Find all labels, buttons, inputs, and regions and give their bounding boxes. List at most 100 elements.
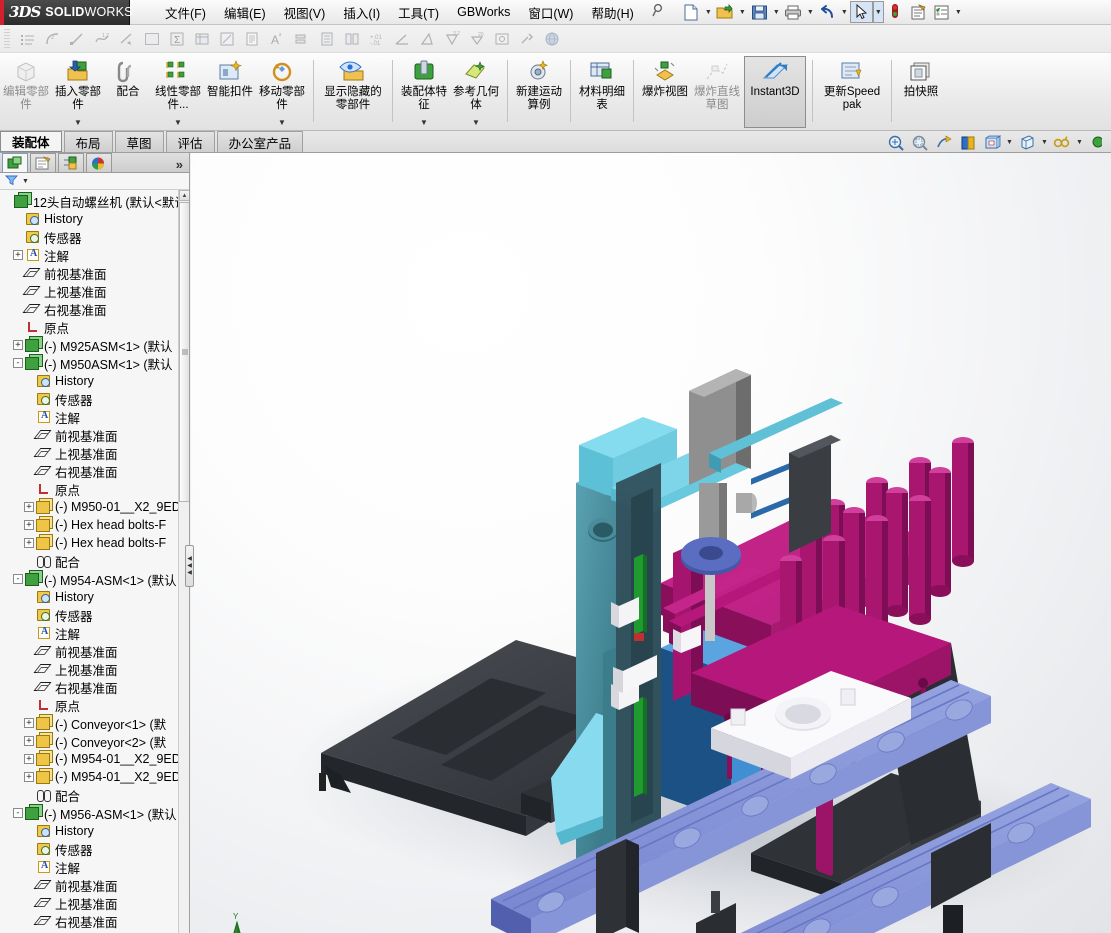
chevron-down-icon[interactable]: ▼ (174, 118, 182, 127)
pin-icon[interactable] (651, 3, 666, 21)
tree-collapse-toggle[interactable]: - (13, 808, 23, 818)
ribbon-exploded-view[interactable]: 爆炸视图 (640, 56, 690, 128)
ribbon-move-component[interactable]: 移动零部件 ▼ (257, 56, 307, 128)
tree-collapse-toggle[interactable]: - (13, 358, 23, 368)
view-orientation-icon[interactable] (980, 132, 1004, 152)
ribbon-instant3d[interactable]: Instant3D (744, 56, 806, 128)
feature-manager-tab[interactable] (2, 153, 28, 172)
property-manager-tab[interactable] (30, 153, 56, 172)
ribbon-smart-fasteners[interactable]: 智能扣件 (205, 56, 255, 128)
ribbon-edit-component[interactable]: 编辑零部件 (1, 56, 51, 128)
tree-item-front-plane[interactable]: 前视基准面 (0, 426, 189, 444)
hide-show-items-icon[interactable] (1050, 132, 1074, 152)
ribbon-assembly-features[interactable]: 装配体特征 ▼ (399, 56, 449, 128)
tree-item-hex-head-bolts-2[interactable]: + (-) Hex head bolts-F (0, 534, 189, 552)
tree-item-annotations[interactable]: + 注解 (0, 246, 189, 264)
menu-help[interactable]: 帮助(H) (582, 0, 642, 25)
select-pointer-icon[interactable] (849, 1, 873, 23)
select-dropdown[interactable]: ▼ (872, 1, 884, 23)
tree-expand-toggle[interactable]: + (24, 718, 34, 728)
undo-dropdown[interactable]: ▼ (839, 1, 850, 23)
panel-splitter-handle[interactable]: ◀ ◀ ◀ (185, 545, 194, 587)
menu-gbworks[interactable]: GBWorks (448, 2, 519, 22)
save-icon[interactable] (748, 1, 771, 23)
configuration-manager-tab[interactable] (58, 153, 84, 172)
ribbon-update-speedpak[interactable]: 更新Speedpak (819, 56, 885, 128)
chevron-down-icon[interactable]: ▼ (472, 118, 480, 127)
tree-item-history[interactable]: History (0, 822, 189, 840)
tree-item-m954-01-b[interactable]: + (-) M954-01__X2_9ED (0, 768, 189, 786)
ribbon-new-motion-study[interactable]: 新建运动算例 (514, 56, 564, 128)
tree-item-sensors[interactable]: 传感器 (0, 228, 189, 246)
tree-expand-toggle[interactable]: + (13, 250, 23, 260)
new-document-icon[interactable] (680, 1, 703, 23)
view-orientation-dropdown[interactable]: ▼ (1004, 132, 1015, 152)
tree-item-m954-asm[interactable]: - (-) M954-ASM<1> (默认 (0, 570, 189, 588)
chevron-down-icon[interactable]: ▼ (420, 118, 428, 127)
tree-item-m956-asm[interactable]: - (-) M956-ASM<1> (默认 (0, 804, 189, 822)
ribbon-show-hidden-components[interactable]: 显示隐藏的零部件 (320, 56, 386, 128)
filter-dropdown-icon[interactable]: ▼ (22, 178, 29, 185)
tree-expand-toggle[interactable]: + (24, 736, 34, 746)
tab-evaluate[interactable]: 评估 (165, 131, 215, 152)
tree-item-m950-01[interactable]: + (-) M950-01__X2_9ED (0, 498, 189, 516)
file-properties-icon[interactable] (907, 1, 930, 23)
options-dropdown[interactable]: ▼ (953, 1, 964, 23)
undo-icon[interactable] (816, 1, 839, 23)
tree-expand-toggle[interactable]: + (24, 502, 34, 512)
tree-item-annotations[interactable]: 注解 (0, 858, 189, 876)
chevron-down-icon[interactable]: ▼ (74, 118, 82, 127)
tree-item-top-plane[interactable]: 上视基准面 (0, 894, 189, 912)
tree-expand-toggle[interactable]: + (24, 538, 34, 548)
tree-item-right-plane[interactable]: 右视基准面 (0, 678, 189, 696)
graphics-viewport[interactable]: Y (191, 153, 1111, 933)
tree-item-m954-01-a[interactable]: + (-) M954-01__X2_9ED (0, 750, 189, 768)
tree-item-right-plane[interactable]: 右视基准面 (0, 912, 189, 930)
open-document-dropdown[interactable]: ▼ (737, 1, 748, 23)
tab-office-products[interactable]: 办公室产品 (216, 131, 304, 152)
tab-sketch[interactable]: 草图 (114, 131, 164, 152)
rebuild-icon[interactable] (884, 1, 907, 23)
menu-file[interactable]: 文件(F) (156, 0, 215, 25)
tree-item-origin[interactable]: 原点 (0, 696, 189, 714)
toolbar-grip[interactable] (4, 28, 10, 49)
new-document-dropdown[interactable]: ▼ (703, 1, 714, 23)
tree-root-assembly[interactable]: 12头自动螺丝机 (默认<默认 (0, 192, 189, 210)
tree-item-front-plane[interactable]: 前视基准面 (0, 264, 189, 282)
tree-item-top-plane[interactable]: 上视基准面 (0, 444, 189, 462)
tree-collapse-toggle[interactable]: - (13, 574, 23, 584)
tree-item-sensors[interactable]: 传感器 (0, 840, 189, 858)
hide-show-items-dropdown[interactable]: ▼ (1074, 132, 1085, 152)
ribbon-linear-pattern[interactable]: 线性零部件... ▼ (153, 56, 203, 128)
options-icon[interactable] (930, 1, 953, 23)
display-style-icon[interactable] (1015, 132, 1039, 152)
scroll-up-button[interactable]: ▲ (179, 190, 189, 201)
tree-expand-toggle[interactable]: + (24, 754, 34, 764)
scrollbar-thumb[interactable] (179, 202, 189, 502)
display-manager-tab[interactable] (86, 153, 112, 172)
tree-item-history[interactable]: History (0, 210, 189, 228)
ribbon-mate[interactable]: 配合 (105, 56, 151, 128)
save-dropdown[interactable]: ▼ (771, 1, 782, 23)
tree-item-annotations[interactable]: 注解 (0, 624, 189, 642)
tab-layout[interactable]: 布局 (63, 131, 113, 152)
menu-insert[interactable]: 插入(I) (334, 0, 389, 25)
tree-item-top-plane[interactable]: 上视基准面 (0, 282, 189, 300)
tree-item-mates[interactable]: 配合 (0, 552, 189, 570)
tree-item-top-plane[interactable]: 上视基准面 (0, 660, 189, 678)
tree-expand-toggle[interactable]: + (24, 520, 34, 530)
tree-expand-toggle[interactable]: + (24, 772, 34, 782)
tree-item-right-plane[interactable]: 右视基准面 (0, 300, 189, 318)
zoom-to-fit-icon[interactable] (884, 132, 908, 152)
zoom-to-area-icon[interactable] (908, 132, 932, 152)
tree-item-sensors[interactable]: 传感器 (0, 606, 189, 624)
tree-item-history[interactable]: History (0, 588, 189, 606)
expand-panel-tabs-button[interactable]: » (176, 157, 189, 172)
menu-window[interactable]: 窗口(W) (519, 0, 582, 25)
display-style-dropdown[interactable]: ▼ (1039, 132, 1050, 152)
section-view-icon[interactable] (956, 132, 980, 152)
tree-item-m925asm[interactable]: + (-) M925ASM<1> (默认 (0, 336, 189, 354)
tree-item-mates[interactable]: 配合 (0, 786, 189, 804)
tree-item-right-plane[interactable]: 右视基准面 (0, 462, 189, 480)
feature-tree[interactable]: 12头自动螺丝机 (默认<默认History传感器+注解前视基准面上视基准面右视… (0, 190, 189, 933)
